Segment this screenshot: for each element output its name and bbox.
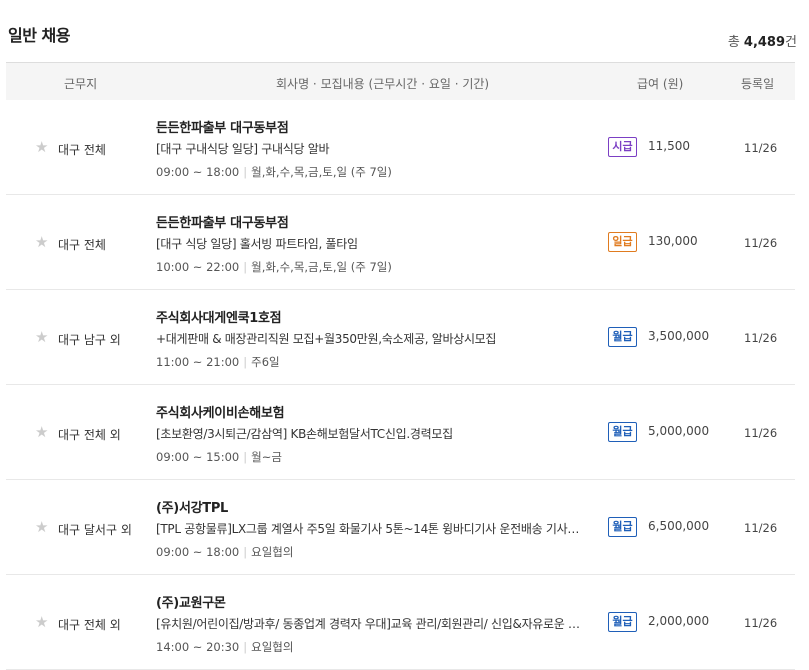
job-location: 대구 전체 [58,238,106,252]
table-row[interactable]: ★ 대구 전체 외 (주)교원구몬 [유치원/어린이집/방과후/ 동종업계 경력… [6,575,795,670]
star-icon[interactable]: ★ [35,520,48,535]
pay-amount: 2,000,000 [648,614,710,628]
work-hours: 09:00 ~ 18:00 [156,165,240,179]
star-icon[interactable]: ★ [35,235,48,250]
work-hours: 11:00 ~ 21:00 [156,355,240,369]
pay-amount: 130,000 [648,234,698,248]
job-title-link[interactable]: [TPL 공항물류]LX그룹 계열사 주5일 화물기사 5톤~14톤 윙바디기사… [156,520,581,537]
job-schedule: 09:00 ~ 18:00 | 요일협의 [156,544,293,560]
posted-date: 11/26 [744,426,778,440]
job-list: ★ 대구 전체 든든한파출부 대구동부점 [대구 구내식당 일당] 구내식당 알… [6,100,795,670]
posted-date: 11/26 [744,331,778,345]
posted-date: 11/26 [744,141,778,155]
job-title-link[interactable]: [초보환영/3시퇴근/감삼역] KB손해보험달서TC신입.경력모집 [156,425,581,442]
job-title-link[interactable]: [대구 구내식당 일당] 구내식당 알바 [156,140,581,157]
star-icon[interactable]: ★ [35,615,48,630]
pay-amount: 11,500 [648,139,690,153]
pay-type-badge: 월급 [608,422,637,442]
column-header-date: 등록일 [741,77,775,91]
work-days: 주6일 [251,355,280,369]
job-location: 대구 전체 외 [58,618,121,632]
company-name-link[interactable]: 든든한파출부 대구동부점 [156,117,289,136]
column-header-pay: 급여 (원) [637,77,684,91]
job-location: 대구 달서구 외 [58,523,132,537]
total-number: 4,489 [743,35,786,50]
work-hours: 14:00 ~ 20:30 [156,640,240,654]
divider: | [243,640,248,654]
pay-amount: 3,500,000 [648,329,710,343]
job-title-link[interactable]: +대게판매 & 매장관리직원 모집+월350만원,숙소제공, 알바상시모집 [156,330,581,347]
table-row[interactable]: ★ 대구 전체 든든한파출부 대구동부점 [대구 식당 일당] 홀서빙 파트타임… [6,195,795,290]
work-days: 요일협의 [251,640,294,654]
star-icon[interactable]: ★ [35,425,48,440]
job-schedule: 11:00 ~ 21:00 | 주6일 [156,354,280,370]
job-location: 대구 전체 [58,143,106,157]
job-location: 대구 전체 외 [58,428,121,442]
work-hours: 10:00 ~ 22:00 [156,260,240,274]
table-row[interactable]: ★ 대구 달서구 외 (주)서강TPL [TPL 공항물류]LX그룹 계열사 주… [6,480,795,575]
pay-amount: 5,000,000 [648,424,710,438]
company-name-link[interactable]: 주식회사대게엔쿡1호점 [156,307,282,326]
pay-type-badge: 월급 [608,327,637,347]
pay-amount: 6,500,000 [648,519,710,533]
job-schedule: 09:00 ~ 18:00 | 월,화,수,목,금,토,일 (주 7일) [156,164,392,180]
work-days: 요일협의 [251,545,294,559]
column-header-company: 회사명 · 모집내용 (근무시간 · 요일 · 기간) [276,77,490,91]
total-suffix: 건 [785,35,797,50]
pay-type-badge: 월급 [608,612,637,632]
job-location: 대구 남구 외 [58,333,121,347]
posted-date: 11/26 [744,236,778,250]
work-hours: 09:00 ~ 15:00 [156,450,240,464]
company-name-link[interactable]: 든든한파출부 대구동부점 [156,212,289,231]
company-name-link[interactable]: 주식회사케이비손해보험 [156,402,285,421]
pay-type-badge: 시급 [608,137,637,157]
table-row[interactable]: ★ 대구 전체 든든한파출부 대구동부점 [대구 구내식당 일당] 구내식당 알… [6,100,795,195]
work-days: 월~금 [251,450,282,464]
section-title: 일반 채용 [8,26,70,45]
table-row[interactable]: ★ 대구 전체 외 주식회사케이비손해보험 [초보환영/3시퇴근/감삼역] KB… [6,385,795,480]
table-row[interactable]: ★ 대구 남구 외 주식회사대게엔쿡1호점 +대게판매 & 매장관리직원 모집+… [6,290,795,385]
star-icon[interactable]: ★ [35,140,48,155]
job-schedule: 09:00 ~ 15:00 | 월~금 [156,449,282,465]
total-count: 총 4,489건 [728,31,797,50]
divider: | [243,450,248,464]
job-title-link[interactable]: [대구 식당 일당] 홀서빙 파트타임, 풀타임 [156,235,581,252]
divider: | [243,165,248,179]
column-header-location: 근무지 [64,77,98,91]
pay-type-badge: 월급 [608,517,637,537]
star-icon[interactable]: ★ [35,330,48,345]
posted-date: 11/26 [744,521,778,535]
work-days: 월,화,수,목,금,토,일 (주 7일) [251,165,392,179]
divider: | [243,545,248,559]
company-name-link[interactable]: (주)교원구몬 [156,592,226,611]
pay-type-badge: 일급 [608,232,637,252]
work-hours: 09:00 ~ 18:00 [156,545,240,559]
total-prefix: 총 [727,35,744,50]
company-name-link[interactable]: (주)서강TPL [156,497,228,516]
job-title-link[interactable]: [유치원/어린이집/방과후/ 동종업계 경력자 우대]교육 관리/회원관리/ 신… [156,615,581,632]
work-days: 월,화,수,목,금,토,일 (주 7일) [251,260,392,274]
divider: | [243,260,248,274]
table-header: 근무지 회사명 · 모집내용 (근무시간 · 요일 · 기간) 급여 (원) 등… [6,62,795,100]
divider: | [243,355,248,369]
job-schedule: 14:00 ~ 20:30 | 요일협의 [156,639,293,655]
job-schedule: 10:00 ~ 22:00 | 월,화,수,목,금,토,일 (주 7일) [156,259,392,275]
posted-date: 11/26 [744,616,778,630]
